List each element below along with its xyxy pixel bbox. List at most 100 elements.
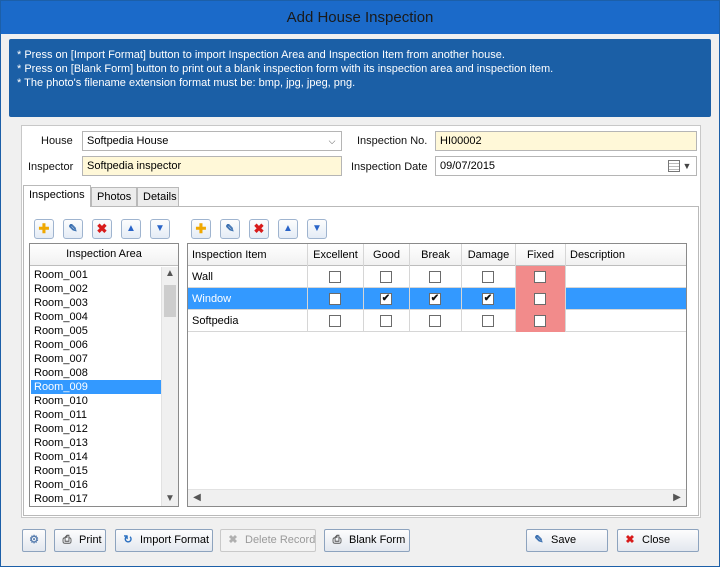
table-row[interactable]: Softpedia — [188, 310, 686, 332]
add-area-button[interactable]: ✚ — [34, 219, 54, 239]
close-icon: ✖ — [625, 534, 635, 546]
import-format-button[interactable]: ↻ Import Format — [115, 529, 213, 552]
house-settings-button[interactable]: ⚙ — [22, 529, 46, 552]
inspection-area-item[interactable]: Room_010 — [31, 394, 162, 408]
break-cell — [410, 266, 462, 288]
edit-item-button[interactable]: ✎ — [220, 219, 240, 239]
blank-form-button[interactable]: ⎙ Blank Form — [324, 529, 410, 552]
break-checkbox[interactable] — [429, 315, 441, 327]
table-row[interactable]: Wall — [188, 266, 686, 288]
fixed-checkbox[interactable] — [534, 293, 546, 305]
inspection-area-item[interactable]: Room_001 — [31, 268, 162, 282]
scroll-down-arrow-icon[interactable]: ▼ — [162, 492, 178, 506]
good-checkbox[interactable] — [380, 271, 392, 283]
move-item-down-button[interactable]: ▼ — [307, 219, 327, 239]
good-checkbox[interactable]: ✔ — [380, 293, 392, 305]
break-checkbox[interactable] — [429, 271, 441, 283]
inspection-area-item[interactable]: Room_014 — [31, 450, 162, 464]
add-item-button[interactable]: ✚ — [191, 219, 211, 239]
inspection-item-cell[interactable]: Window — [188, 288, 308, 310]
print-button[interactable]: ⎙ Print — [54, 529, 106, 552]
inspection-area-item[interactable]: Room_007 — [31, 352, 162, 366]
save-label: Save — [551, 534, 577, 546]
grid-header-row: Inspection Item Excellent Good Break Dam… — [188, 244, 686, 266]
inspection-area-item[interactable]: Room_009 — [31, 380, 162, 394]
fixed-checkbox[interactable] — [534, 271, 546, 283]
move-area-up-button[interactable]: ▲ — [121, 219, 141, 239]
damage-checkbox[interactable] — [482, 315, 494, 327]
column-header-fixed[interactable]: Fixed — [516, 244, 566, 266]
delete-area-button[interactable]: ✖ — [92, 219, 112, 239]
inspection-area-item[interactable]: Room_006 — [31, 338, 162, 352]
damage-cell — [462, 266, 516, 288]
break-cell: ✔ — [410, 288, 462, 310]
calendar-icon[interactable] — [668, 160, 680, 172]
description-cell[interactable] — [566, 310, 686, 332]
save-icon: ✎ — [534, 534, 544, 546]
area-list-scrollbar[interactable]: ▲ ▼ — [161, 267, 178, 506]
inspection-item-cell[interactable]: Softpedia — [188, 310, 308, 332]
column-header-description[interactable]: Description — [566, 244, 686, 266]
chevron-down-icon[interactable]: ▼ — [681, 159, 693, 173]
description-cell[interactable] — [566, 288, 686, 310]
column-header-damage[interactable]: Damage — [462, 244, 516, 266]
house-combo[interactable]: Softpedia House ⌵ — [82, 131, 342, 151]
column-header-inspection-item[interactable]: Inspection Item — [188, 244, 308, 266]
grid-horizontal-scrollbar[interactable]: ◀ ▶ — [188, 489, 686, 506]
damage-checkbox[interactable]: ✔ — [482, 293, 494, 305]
inspection-area-item[interactable]: Room_011 — [31, 408, 162, 422]
info-box: * Press on [Import Format] button to imp… — [9, 39, 711, 117]
info-line: * The photo's filename extension format … — [17, 77, 356, 89]
inspection-area-item[interactable]: Room_016 — [31, 478, 162, 492]
plus-icon: ✚ — [195, 221, 207, 236]
inspection-item-cell[interactable]: Wall — [188, 266, 308, 288]
edit-area-button[interactable]: ✎ — [63, 219, 83, 239]
excellent-checkbox[interactable] — [329, 293, 341, 305]
tab-details[interactable]: Details — [137, 187, 179, 206]
inspection-area-item[interactable]: Room_002 — [31, 282, 162, 296]
inspection-item-grid[interactable]: Inspection Item Excellent Good Break Dam… — [187, 243, 687, 507]
inspection-date-picker[interactable]: 09/07/2015 ▼ — [435, 156, 697, 176]
inspection-area-list[interactable]: Inspection Area Room_001 Room_002 Room_003… — [29, 243, 179, 507]
column-header-good[interactable]: Good — [364, 244, 410, 266]
save-button[interactable]: ✎ Save — [526, 529, 608, 552]
inspection-area-item[interactable]: Room_003 — [31, 296, 162, 310]
column-header-break[interactable]: Break — [410, 244, 462, 266]
excellent-checkbox[interactable] — [329, 271, 341, 283]
chevron-down-icon[interactable]: ⌵ — [326, 134, 338, 148]
delete-record-button[interactable]: ✖ Delete Record — [220, 529, 316, 552]
inspection-no-field[interactable]: HI00002 — [435, 131, 697, 151]
delete-item-button[interactable]: ✖ — [249, 219, 269, 239]
description-cell[interactable] — [566, 266, 686, 288]
excellent-checkbox[interactable] — [329, 315, 341, 327]
inspection-area-item[interactable]: Room_008 — [31, 366, 162, 380]
move-area-down-button[interactable]: ▼ — [150, 219, 170, 239]
chevron-up-icon: ▲ — [283, 223, 293, 234]
inspector-label: Inspector — [28, 161, 74, 173]
inspection-area-item[interactable]: Room_013 — [31, 436, 162, 450]
fixed-checkbox[interactable] — [534, 315, 546, 327]
good-checkbox[interactable] — [380, 315, 392, 327]
break-checkbox[interactable]: ✔ — [429, 293, 441, 305]
scroll-up-arrow-icon[interactable]: ▲ — [162, 267, 178, 281]
print-label: Print — [79, 534, 102, 546]
tab-inspections[interactable]: Inspections — [23, 185, 91, 207]
inspection-area-item[interactable]: Room_004 — [31, 310, 162, 324]
scroll-left-arrow-icon[interactable]: ◀ — [190, 491, 204, 505]
inspection-area-item[interactable]: Room_012 — [31, 422, 162, 436]
inspector-field[interactable]: Softpedia inspector — [82, 156, 342, 176]
tab-photos[interactable]: Photos — [91, 187, 137, 206]
inspection-area-item[interactable]: Room_017 — [31, 492, 162, 506]
inspection-area-item[interactable]: Room_005 — [31, 324, 162, 338]
close-button[interactable]: ✖ Close — [617, 529, 699, 552]
import-icon: ↻ — [123, 534, 133, 546]
house-value: Softpedia House — [87, 135, 169, 147]
scroll-right-arrow-icon[interactable]: ▶ — [670, 491, 684, 505]
damage-checkbox[interactable] — [482, 271, 494, 283]
move-item-up-button[interactable]: ▲ — [278, 219, 298, 239]
column-header-excellent[interactable]: Excellent — [308, 244, 364, 266]
inspection-area-item[interactable]: Room_015 — [31, 464, 162, 478]
table-row[interactable]: Window ✔ ✔ ✔ — [188, 288, 686, 310]
scroll-thumb[interactable] — [164, 285, 176, 317]
delete-record-label: Delete Record — [245, 534, 316, 546]
